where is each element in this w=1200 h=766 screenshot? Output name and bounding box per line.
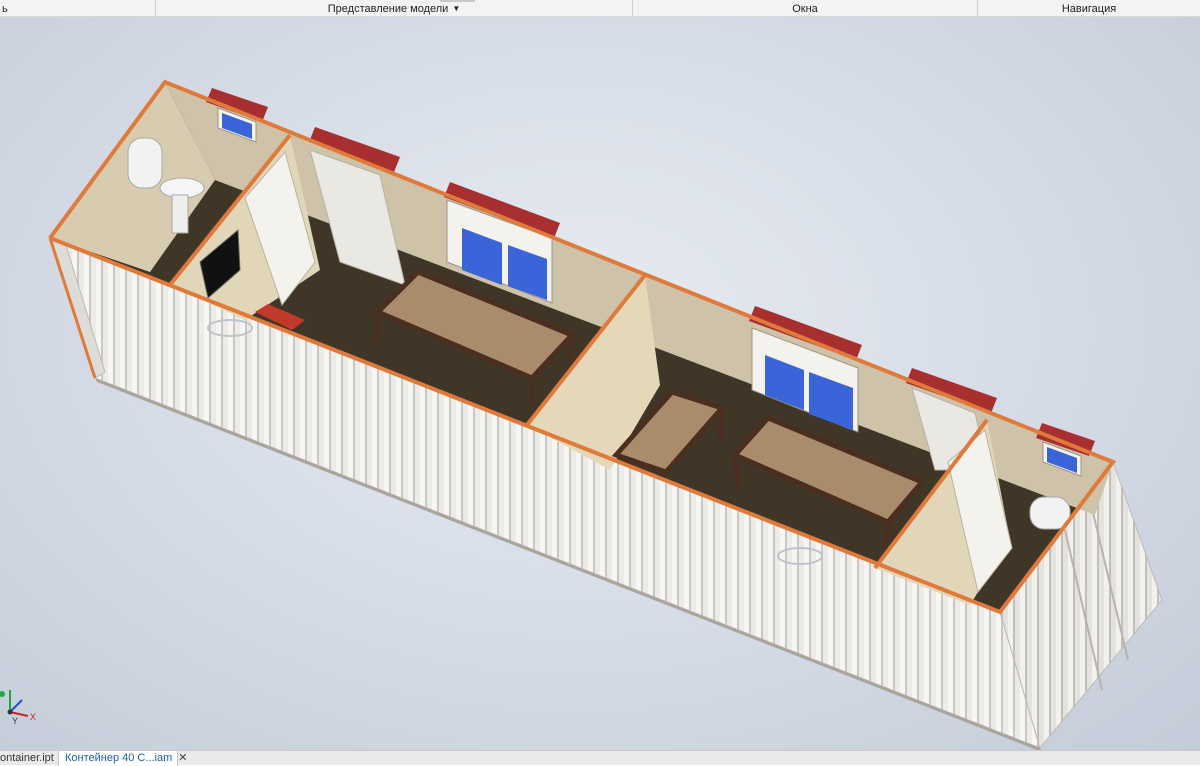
document-tab[interactable]: ontainer.ipt [0, 751, 58, 766]
document-tab-active[interactable]: Контейнер 40 С...iam ✕ [58, 751, 188, 766]
ribbon-panel-model-view[interactable]: Представление модели ▼ [155, 0, 632, 17]
ribbon-panel-navigation[interactable]: Навигация [977, 0, 1200, 17]
chevron-down-icon[interactable]: ▼ [452, 0, 460, 17]
document-tab-bar: ontainer.ipt Контейнер 40 С...iam ✕ [0, 750, 1200, 766]
ribbon-panel-windows[interactable]: Окна [632, 0, 977, 17]
document-tab-label: ontainer.ipt [0, 752, 54, 764]
water-heater [127, 137, 163, 189]
container-3d-model[interactable]: X Y [0, 17, 1200, 750]
ribbon-panel-bar: ь Представление модели ▼ Окна Навигация [0, 0, 1200, 17]
ribbon-panel-label: Навигация [1061, 3, 1117, 15]
ribbon-panel-truncated[interactable]: ь [0, 0, 155, 17]
close-icon[interactable]: ✕ [178, 752, 187, 764]
axis-y-label: Y [12, 716, 18, 726]
graphics-viewport[interactable]: X Y [0, 17, 1200, 750]
ribbon-panel-label: Окна [792, 3, 818, 15]
ribbon-panel-label: ь [2, 3, 8, 15]
view-triad[interactable]: X Y [0, 690, 36, 726]
document-tab-label: Контейнер 40 С...iam [65, 752, 173, 764]
ribbon-panel-label: Представление модели [327, 3, 449, 15]
axis-x-label: X [30, 712, 36, 722]
